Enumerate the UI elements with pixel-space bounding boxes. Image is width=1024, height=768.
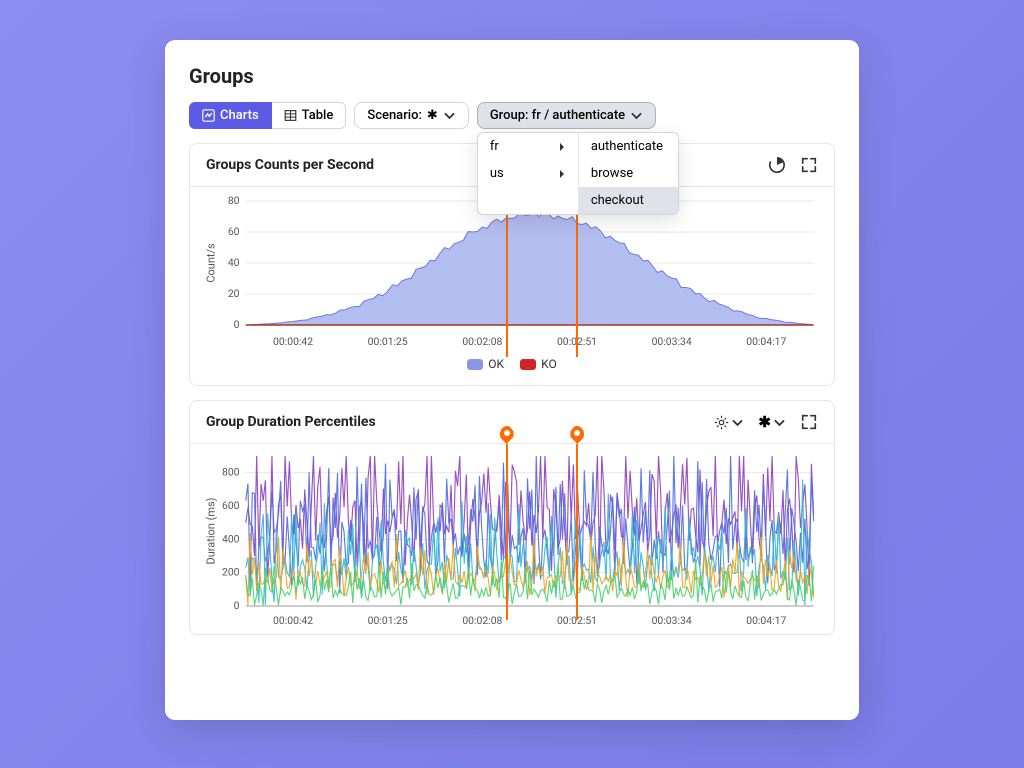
pie-partial-icon [768,156,786,174]
expand-icon [800,413,818,431]
charts-view-label: Charts [220,108,259,123]
duration-percentiles-chart[interactable]: 0 200 400 600 800 00:00:42 00:01:25 00:02:08 00:… [200,450,824,630]
page-title: Groups [189,64,835,88]
svg-text:00:02:08: 00:02:08 [462,616,502,627]
svg-text:Duration (ms): Duration (ms) [204,497,217,564]
fullscreen-button[interactable] [800,156,818,174]
menu-item-fr[interactable]: fr [478,133,578,160]
fullscreen-button[interactable] [800,413,818,431]
chart-icon [202,109,215,122]
chevron-down-icon [630,109,643,122]
svg-text:0: 0 [234,320,240,331]
svg-text:00:03:34: 00:03:34 [652,616,692,627]
svg-text:20: 20 [228,289,240,300]
svg-text:40: 40 [228,258,240,269]
card-title: Group Duration Percentiles [206,414,376,430]
group-filter-wrap: Group: fr / authenticate frus authentica… [477,102,656,129]
menu-item-browse[interactable]: browse [579,160,678,187]
svg-text:Count/s: Count/s [204,243,217,283]
svg-text:00:03:34: 00:03:34 [652,337,692,348]
chevron-down-icon [773,416,786,429]
card-duration-percentiles: Group Duration Percentiles ✱ 0 200 400 600 8… [189,400,835,635]
svg-text:00:02:08: 00:02:08 [462,337,502,348]
time-marker-b[interactable] [576,444,578,620]
table-icon [284,109,297,122]
svg-text:00:00:42: 00:00:42 [273,616,313,627]
table-view-label: Table [302,108,334,123]
scenario-value: ✱ [427,108,438,123]
legend-item-ko[interactable]: KO [520,357,557,371]
chevron-down-icon [731,416,744,429]
svg-text:400: 400 [222,534,240,545]
charts-view-button[interactable]: Charts [189,102,272,129]
group-dropdown-menu: frus authenticatebrowsecheckout [477,132,679,215]
svg-text:00:04:17: 00:04:17 [746,337,786,348]
chart1-legend: OK KO [200,353,824,381]
menu-col-regions: frus [478,133,578,214]
menu-item-us[interactable]: us [478,160,578,187]
view-segmented-control: Charts Table [189,102,346,129]
svg-text:200: 200 [222,568,240,579]
card-tools: ✱ [714,413,818,431]
asterisk-icon: ✱ [758,413,771,431]
svg-text:800: 800 [222,468,240,479]
svg-text:00:04:17: 00:04:17 [746,616,786,627]
group-filter-label: Group: fr / authenticate [490,108,625,123]
svg-text:60: 60 [228,227,240,238]
svg-text:00:00:42: 00:00:42 [273,337,313,348]
scenario-filter-button[interactable]: Scenario: ✱ [354,102,468,129]
groups-counts-chart[interactable]: 02040608000:00:4200:01:2500:02:0800:02:5… [200,193,824,353]
svg-text:0: 0 [234,601,240,612]
group-filter-button[interactable]: Group: fr / authenticate [477,102,656,129]
card-tools [768,156,818,174]
svg-text:00:01:25: 00:01:25 [368,616,408,627]
chart-body-2: 0 200 400 600 800 00:00:42 00:01:25 00:02:08 00:… [190,444,834,634]
svg-text:80: 80 [228,196,240,207]
legend-item-ok[interactable]: OK [467,357,504,371]
scenario-label: Scenario: [367,108,422,123]
svg-text:00:01:25: 00:01:25 [368,337,408,348]
expand-icon [800,156,818,174]
menu-col-groups: authenticatebrowsecheckout [578,133,678,214]
table-view-button[interactable]: Table [272,102,347,129]
groups-panel: Groups Charts Table Scenario: ✱ Group: f… [165,40,859,720]
toolbar: Charts Table Scenario: ✱ Group: fr / aut… [189,102,835,129]
time-marker-a[interactable] [506,444,508,620]
chart-type-button[interactable] [768,156,786,174]
chevron-down-icon [443,109,456,122]
card-title: Groups Counts per Second [206,157,374,173]
svg-text:600: 600 [222,501,240,512]
chart-body-1: 02040608000:00:4200:01:2500:02:0800:02:5… [190,187,834,385]
gear-icon [714,415,729,430]
settings-button[interactable] [714,415,744,430]
menu-item-authenticate[interactable]: authenticate [579,133,678,160]
series-filter-button[interactable]: ✱ [758,413,786,431]
menu-item-checkout[interactable]: checkout [579,187,678,214]
